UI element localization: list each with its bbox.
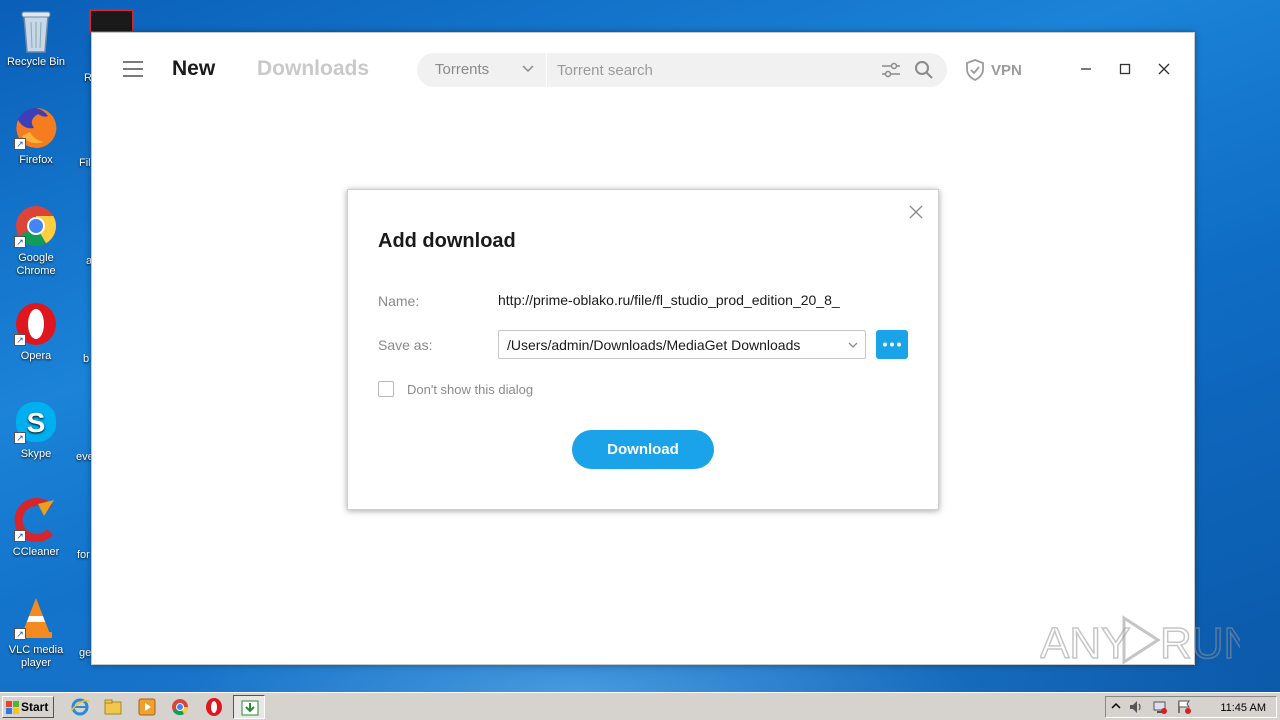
more-dots-icon [883,342,901,347]
search-type-label: Torrents [435,61,490,78]
shield-icon [966,59,984,81]
desktop-icon-label: Firefox [19,154,53,166]
chrome-icon [172,699,189,716]
firefox-icon: ↗ [14,106,58,150]
maximize-button[interactable] [1113,57,1137,81]
clock[interactable]: 11:45 AM [1220,702,1266,714]
search-type-dropdown[interactable]: Torrents [417,53,547,87]
close-window-button[interactable] [1152,57,1176,81]
desktop-icon-skype[interactable]: S ↗ Skype [0,400,72,461]
taskbar-opera[interactable] [204,697,224,717]
save-as-select[interactable]: /Users/admin/Downloads/MediaGet Download… [498,330,866,359]
close-icon [909,205,923,219]
shortcut-arrow-icon: ↗ [14,628,26,640]
anyrun-watermark: ANY RUN [1039,610,1256,670]
start-button[interactable]: Start [2,696,54,718]
desktop-icon-ccleaner[interactable]: ↗ CCleaner [0,498,72,559]
vlc-icon: ↗ [14,596,58,640]
action-center-icon[interactable] [1176,699,1192,715]
opera-icon: ↗ [14,302,58,346]
start-label: Start [21,700,49,714]
dialog-title: Add download [378,230,516,252]
dont-show-label[interactable]: Don't show this dialog [407,382,533,397]
desktop-icon-label: Skype [20,448,52,460]
minimize-icon [1081,68,1091,70]
taskbar-explorer[interactable] [103,697,123,717]
search-icon[interactable] [914,60,934,80]
dialog-close-button[interactable] [909,205,923,219]
add-download-dialog: Add download Name: http://prime-oblako.r… [347,189,939,510]
minimize-button[interactable] [1074,57,1098,81]
dont-show-checkbox[interactable] [378,381,394,397]
desktop-icon-label: VLC media player [8,644,64,669]
torrent-search-input[interactable] [557,58,867,82]
media-player-icon [138,698,156,716]
folder-icon [104,699,122,715]
tab-new[interactable]: New [172,57,215,81]
name-value: http://prime-oblako.ru/file/fl_studio_pr… [498,292,840,308]
search-bar: Torrents [417,53,947,87]
taskbar-media-player[interactable] [137,697,157,717]
desktop-icon-label: Google Chrome [16,252,56,277]
desktop-icon-recycle-bin[interactable]: Recycle Bin [0,8,72,69]
app-titlebar: New Downloads Torrents VPN [92,33,1194,105]
skype-icon: S ↗ [14,400,58,444]
taskbar-mediaget[interactable] [233,695,265,719]
tray-expand-icon[interactable] [1110,700,1122,714]
taskbar: Start 11:45 AM [0,692,1280,720]
menu-icon[interactable] [123,61,143,77]
filter-settings-icon[interactable] [880,61,902,79]
maximize-icon [1119,63,1131,75]
internet-explorer-icon [70,698,90,716]
taskbar-chrome[interactable] [170,697,190,717]
shortcut-arrow-icon: ↗ [14,432,26,444]
windows-logo-icon [6,701,19,714]
download-button[interactable]: Download [572,430,714,469]
name-label: Name: [378,293,420,309]
svg-text:RUN: RUN [1160,619,1240,668]
shortcut-arrow-icon: ↗ [14,138,26,150]
svg-text:S: S [27,407,46,438]
desktop-icon-vlc[interactable]: ↗ VLC media player [0,596,72,670]
chevron-down-icon [848,342,858,348]
recycle-bin-icon [14,8,58,53]
close-icon [1158,63,1170,75]
ccleaner-icon: ↗ [14,498,58,542]
shortcut-arrow-icon: ↗ [14,530,26,542]
desktop-icon-chrome[interactable]: ↗ Google Chrome [0,204,72,278]
desktop-icon-partial-label: ge [79,647,92,659]
desktop-icon-firefox[interactable]: ↗ Firefox [0,106,72,167]
save-as-label: Save as: [378,337,433,353]
desktop-icon-opera[interactable]: ↗ Opera [0,302,72,363]
vpn-label: VPN [991,62,1022,79]
mediaget-icon [241,700,259,716]
browse-folder-button[interactable] [876,330,908,359]
desktop-icon-partial-label: Fil [79,157,91,169]
svg-text:ANY: ANY [1040,619,1130,668]
chrome-icon: ↗ [14,204,58,248]
tab-downloads[interactable]: Downloads [257,57,369,81]
desktop-icon-partial[interactable] [89,9,134,33]
save-as-value: /Users/admin/Downloads/MediaGet Download… [507,337,801,353]
chevron-down-icon [522,65,534,73]
volume-icon[interactable] [1128,699,1144,715]
network-icon[interactable] [1152,699,1168,715]
desktop-icon-partial-label: b [83,353,90,365]
desktop-icon-label: Opera [20,350,52,362]
system-tray: 11:45 AM [1105,696,1277,718]
opera-icon [206,698,222,716]
desktop-icon-partial-label: for [77,549,90,561]
desktop-icon-label: CCleaner [12,546,60,558]
shortcut-arrow-icon: ↗ [14,334,26,346]
shortcut-arrow-icon: ↗ [14,236,26,248]
taskbar-ie[interactable] [70,697,90,717]
desktop-icon-label: Recycle Bin [6,56,66,68]
